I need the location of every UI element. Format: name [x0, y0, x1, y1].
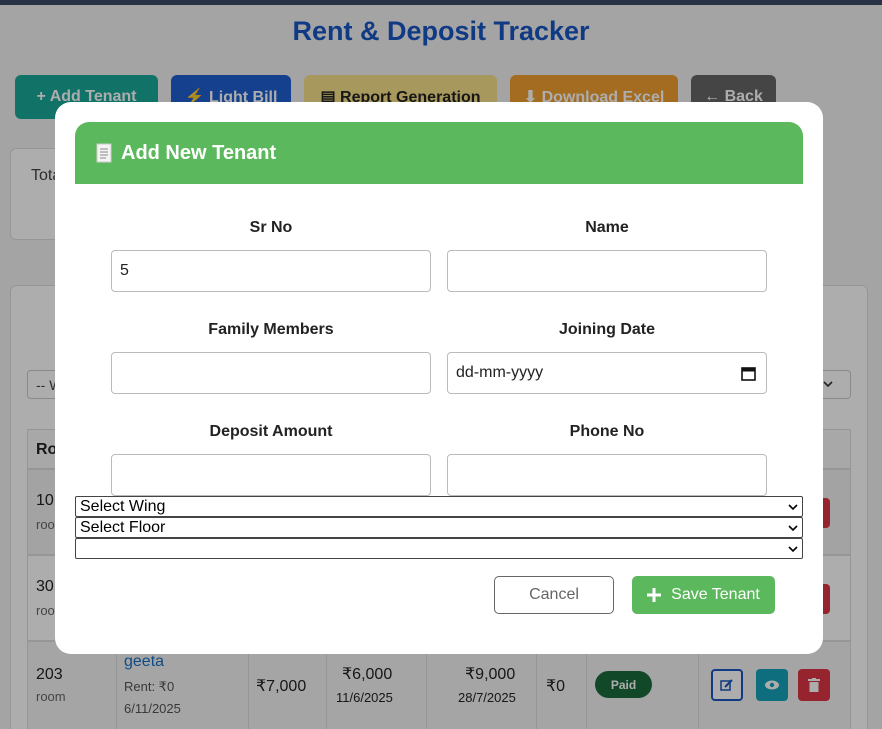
- save-tenant-label: Save Tenant: [671, 586, 760, 603]
- date-placeholder: dd-mm-yyyy: [456, 364, 544, 381]
- add-tenant-modal: Add New Tenant Sr No Name Family Members…: [55, 102, 823, 654]
- chevron-down-icon: [788, 503, 798, 510]
- chevron-down-icon: [788, 524, 798, 531]
- name-input[interactable]: [447, 250, 767, 292]
- calendar-icon[interactable]: [741, 366, 756, 381]
- room-select[interactable]: [75, 538, 803, 559]
- floor-select-value: Select Floor: [80, 518, 166, 536]
- sr-no-label: Sr No: [249, 219, 293, 236]
- joining-date-input[interactable]: dd-mm-yyyy: [447, 352, 767, 394]
- modal-header: Add New Tenant: [75, 122, 803, 184]
- plus-icon: [647, 588, 662, 602]
- wing-select-value: Select Wing: [80, 497, 166, 515]
- deposit-amount-label: Deposit Amount: [209, 423, 333, 440]
- family-members-label: Family Members: [208, 321, 334, 338]
- save-tenant-button[interactable]: Save Tenant: [632, 576, 775, 614]
- receipt-icon: [96, 143, 112, 163]
- floor-select[interactable]: Select Floor: [75, 517, 803, 538]
- family-members-input[interactable]: [111, 352, 431, 394]
- chevron-down-icon: [788, 545, 798, 552]
- wing-select[interactable]: Select Wing: [75, 496, 803, 517]
- phone-no-label: Phone No: [569, 423, 645, 440]
- deposit-amount-input[interactable]: [111, 454, 431, 496]
- joining-date-label: Joining Date: [558, 321, 655, 338]
- cancel-button[interactable]: Cancel: [494, 576, 614, 614]
- modal-title: Add New Tenant: [121, 141, 277, 164]
- name-label: Name: [585, 219, 629, 236]
- phone-no-input[interactable]: [447, 454, 767, 496]
- sr-no-input[interactable]: [111, 250, 431, 292]
